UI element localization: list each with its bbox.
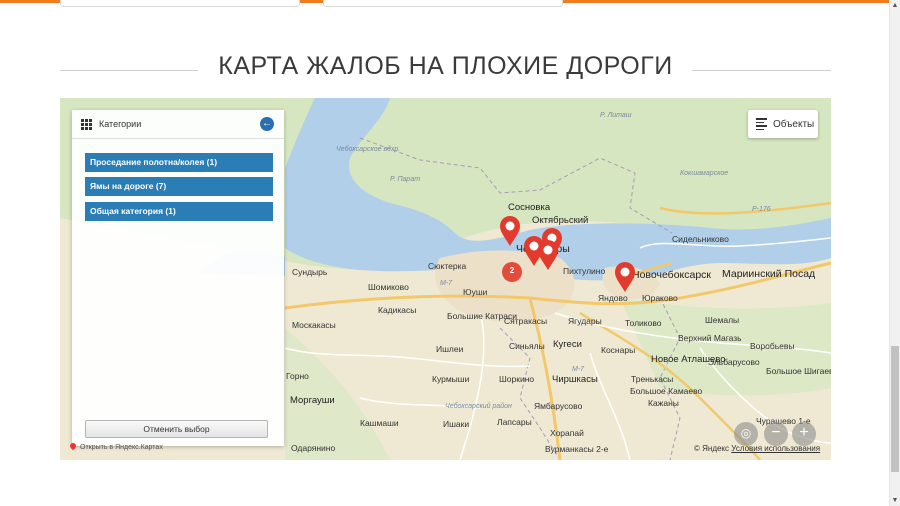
road-label: М-7 (440, 280, 453, 287)
open-in-yandex-label: Открыть в Яндекс.Картах (80, 444, 163, 451)
objects-button[interactable]: Объекты (748, 110, 818, 138)
place-label: Горно (286, 371, 309, 381)
river-label: Р. Парат (390, 176, 421, 183)
top-field-left[interactable] (60, 0, 300, 7)
place-label: Одарянино (291, 443, 336, 453)
place-label: Москакасы (292, 320, 336, 330)
place-label: Ишлеи (436, 344, 464, 354)
list-icon (756, 116, 767, 132)
cancel-selection-button[interactable]: Отменить выбор (85, 420, 268, 438)
place-label: Шемалы (705, 315, 740, 325)
area-label: Чебоксарский район (445, 403, 512, 410)
place-label: Ягудары (568, 316, 602, 326)
place-label: Ямбарусово (534, 401, 583, 411)
scroll-down-icon[interactable]: ▼ (890, 497, 900, 504)
zoom-out-button[interactable]: − (764, 422, 788, 446)
place-label: Толиково (625, 318, 662, 328)
place-label: Пихтулино (563, 266, 606, 276)
cluster-count[interactable]: 2 (502, 266, 522, 275)
place-label: Верхний Магазь (678, 333, 742, 343)
page-scrollbar[interactable]: ▲ ▼ (889, 0, 900, 506)
page-title: КАРТА ЖАЛОБ НА ПЛОХИЕ ДОРОГИ (218, 52, 673, 80)
panel-title: Категории (99, 119, 142, 129)
place-label: Ишаки (443, 419, 470, 429)
place-label: Большое Камаево (630, 386, 703, 396)
category-item[interactable]: Ямы на дороге (7) (85, 177, 273, 196)
objects-button-label: Объекты (773, 118, 815, 130)
yandex-pin-icon (68, 441, 78, 451)
scroll-thumb[interactable] (891, 346, 899, 472)
place-label: Воробьевы (750, 341, 795, 351)
geolocation-button[interactable]: ◎ (734, 422, 758, 446)
terms-link[interactable]: Условия использования (731, 444, 820, 453)
category-item[interactable]: Общая категория (1) (85, 202, 273, 221)
place-label: Мариинский Посад (722, 268, 816, 280)
place-label: Эльбарусово (708, 357, 760, 367)
place-label: Юуши (463, 287, 488, 297)
scroll-up-icon[interactable]: ▲ (890, 2, 900, 9)
place-label: Кашмаши (360, 418, 399, 428)
road-label: Р-176 (752, 206, 771, 213)
place-label: Чиршкасы (552, 374, 598, 385)
river-label: Р. Литаш (600, 112, 632, 119)
place-label: Юраково (642, 293, 678, 303)
categories-panel: Категории ← Проседание полотна/колея (1)… (72, 110, 284, 446)
panel-header: Категории ← (72, 110, 284, 139)
place-label: Чебоксары (516, 243, 570, 255)
place-label: Коснары (601, 345, 636, 355)
complaints-map[interactable]: Сосновка Октябрьский Чебоксары Новочебок… (60, 98, 831, 460)
road-label: М-7 (572, 366, 585, 373)
arrow-left-icon[interactable]: ← (260, 117, 274, 131)
map-copyright: © Яндекс Условия использования (694, 444, 820, 453)
place-label: Шоркино (499, 374, 535, 384)
place-label: Кугеси (553, 339, 582, 350)
place-label: Сюктерка (428, 261, 467, 271)
place-label: Новочебоксарск (632, 269, 712, 281)
place-label: Яндово (598, 293, 628, 303)
area-label: Кокшамарское (680, 170, 729, 177)
water-label: Чебоксарское вдхр. (336, 146, 401, 153)
place-label: Сундырь (292, 267, 328, 277)
section-heading: КАРТА ЖАЛОБ НА ПЛОХИЕ ДОРОГИ (60, 52, 831, 86)
place-label: Сидельниково (672, 234, 729, 244)
place-label: Тренькасы (631, 374, 674, 384)
place-label: Вурманкасы 2-е (545, 444, 609, 454)
place-label: Синьялы (509, 341, 545, 351)
place-label: Лапсары (497, 417, 532, 427)
place-label: Моргауши (290, 395, 335, 406)
open-in-yandex-link[interactable]: Открыть в Яндекс.Картах (68, 441, 163, 451)
zoom-in-button[interactable]: + (792, 422, 816, 446)
place-label: Сосновка (508, 202, 551, 213)
place-label: Сятракасы (504, 316, 548, 326)
category-item[interactable]: Проседание полотна/колея (1) (85, 153, 273, 172)
place-label: Хорапай (550, 428, 584, 438)
place-label: Кажаны (648, 398, 679, 408)
place-label: Большое Шигаево (766, 366, 831, 376)
place-label: Курмыши (432, 374, 470, 384)
place-label: Шомиково (368, 282, 409, 292)
place-label: Октябрьский (532, 215, 589, 226)
copyright-text: © Яндекс (694, 444, 730, 453)
place-label: Кадикасы (378, 305, 417, 315)
grid-icon (81, 118, 92, 130)
top-field-right[interactable] (323, 0, 563, 7)
